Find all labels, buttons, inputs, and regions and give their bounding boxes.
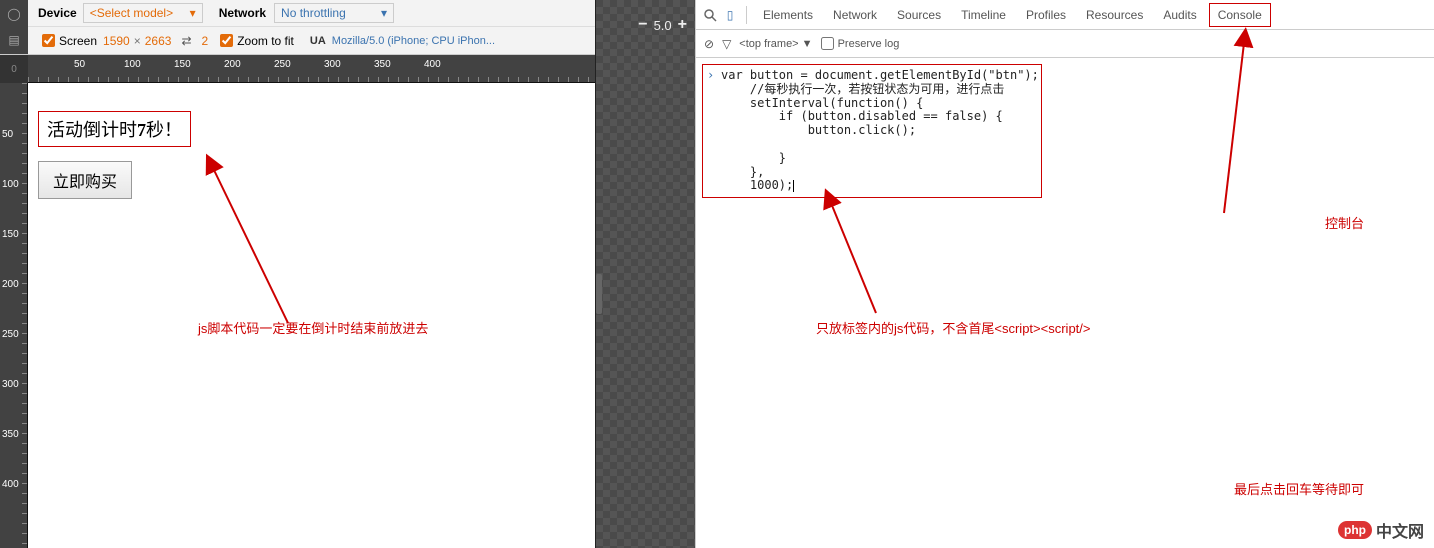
ruler-tick: 100 [2,179,19,190]
arrow-icon [208,163,308,336]
ruler-horizontal: 50 100 150 200 250 300 350 400 [28,55,595,83]
arrow-icon [826,198,886,321]
tab-console[interactable]: Console [1209,3,1271,27]
zoom-fit-checkbox[interactable]: Zoom to fit [220,34,294,48]
ruler-horizontal-wrap: 0 50 100 150 200 250 300 350 400 [0,55,595,83]
ruler-corner: 0 [0,55,28,83]
countdown-suffix: 秒！ [146,120,182,140]
zoom-out-button[interactable]: − [638,16,647,34]
device-model-select[interactable]: <Select model> ▾ [83,3,203,23]
network-throttle-select[interactable]: No throttling ▾ [274,3,394,23]
emulated-viewport: 活动倒计时7秒！ 立即购买 js脚本代码一定要在倒计时结束前放进去 [28,83,595,548]
devtools-panel: ▯ Elements Network Sources Timeline Prof… [695,0,1434,548]
clear-icon[interactable]: ⊘ [704,37,714,51]
countdown-text: 活动倒计时7秒！ [38,111,191,147]
ruler-tick: 250 [2,329,19,340]
device-emulator-panel: ◯ ▤ Device <Select model> ▾ Network No t… [0,0,595,548]
console-toolbar: ⊘ ▽ <top frame> ▼ Preserve log [696,30,1434,58]
tab-elements[interactable]: Elements [755,4,821,26]
screen-width: 1590 [103,34,130,48]
tab-profiles[interactable]: Profiles [1018,4,1074,26]
annotation-console: 控制台 [1325,213,1364,232]
cursor-icon[interactable]: ▤ [6,32,22,48]
ruler-tick: 100 [124,59,141,70]
emulator-gutter: − 5.0 + [595,0,695,548]
tab-network[interactable]: Network [825,4,885,26]
dropdown-icon: ▾ [381,6,387,20]
dropdown-icon: ▾ [190,6,196,20]
console-input-code[interactable]: var button = document.getElementById("bt… [702,64,1042,198]
inspect-icon[interactable]: ◯ [6,6,22,22]
device-icon[interactable]: ▯ [722,7,738,23]
resize-handle[interactable] [596,274,602,314]
preserve-log-input[interactable] [821,37,834,50]
ruler-tick: 400 [424,59,441,70]
devtools-tabbar: ▯ Elements Network Sources Timeline Prof… [696,0,1434,30]
device-model-value: <Select model> [90,6,173,20]
ruler-tick: 200 [2,279,19,290]
tab-resources[interactable]: Resources [1078,4,1151,26]
frame-value: <top frame> [739,38,798,50]
emulator-main: 50 100 150 200 250 300 350 400 活动倒计时7秒！ … [0,83,595,548]
preserve-log-checkbox[interactable]: Preserve log [821,37,900,50]
text-cursor [793,180,794,192]
tab-audits[interactable]: Audits [1155,4,1204,26]
console-body[interactable]: var button = document.getElementById("bt… [696,58,1434,548]
ruler-tick: 300 [2,379,19,390]
ruler-tick: 300 [324,59,341,70]
zoom-fit-label: Zoom to fit [237,34,294,48]
ruler-tick: 400 [2,479,19,490]
ruler-tick: 150 [174,59,191,70]
ruler-tick: 50 [74,59,85,70]
annotation-code: 只放标签内的js代码，不含首尾<script><script/> [816,318,1091,337]
frame-select[interactable]: <top frame> ▼ [739,38,812,50]
ua-label: UA [310,35,326,47]
watermark-logo: php [1338,521,1372,539]
search-icon[interactable] [702,7,718,23]
ruler-tick: 50 [2,129,13,140]
ua-value[interactable]: Mozilla/5.0 (iPhone; CPU iPhon... [332,35,495,47]
pixel-ratio: 2 [202,34,209,48]
device-label: Device [32,6,77,20]
filter-icon[interactable]: ▽ [722,37,731,51]
device-toolbar: ◯ ▤ Device <Select model> ▾ Network No t… [0,0,595,55]
countdown-number: 7 [137,120,146,140]
code-text: var button = document.getElementById("bt… [721,68,1039,192]
zoom-in-button[interactable]: + [678,16,687,34]
screen-label: Screen [59,34,97,48]
annotation-enter: 最后点击回车等待即可 [1234,479,1364,498]
screen-height: 2663 [145,34,172,48]
zoom-fit-input[interactable] [220,34,233,47]
swap-icon[interactable]: ⇄ [181,34,191,48]
left-toolbar-icons: ◯ ▤ [0,0,28,54]
watermark: php 中文网 [1338,518,1424,542]
tab-sources[interactable]: Sources [889,4,949,26]
arrow-icon [1194,38,1254,221]
preserve-log-label: Preserve log [838,38,900,50]
zoom-control: − 5.0 + [638,16,687,34]
times-icon: × [134,34,141,48]
watermark-text: 中文网 [1376,518,1424,542]
screen-checkbox[interactable]: Screen [42,34,97,48]
zoom-value: 5.0 [654,18,672,33]
tab-timeline[interactable]: Timeline [953,4,1014,26]
ruler-tick: 150 [2,229,19,240]
ruler-tick: 350 [374,59,391,70]
ruler-tick: 350 [2,429,19,440]
annotation-left: js脚本代码一定要在倒计时结束前放进去 [198,318,428,337]
ruler-tick: 250 [274,59,291,70]
screen-checkbox-input[interactable] [42,34,55,47]
buy-now-button[interactable]: 立即购买 [38,161,132,199]
network-value: No throttling [281,6,346,20]
ruler-vertical: 50 100 150 200 250 300 350 400 [0,83,28,548]
network-label: Network [219,6,266,20]
ruler-tick: 200 [224,59,241,70]
countdown-prefix: 活动倒计时 [47,120,137,140]
